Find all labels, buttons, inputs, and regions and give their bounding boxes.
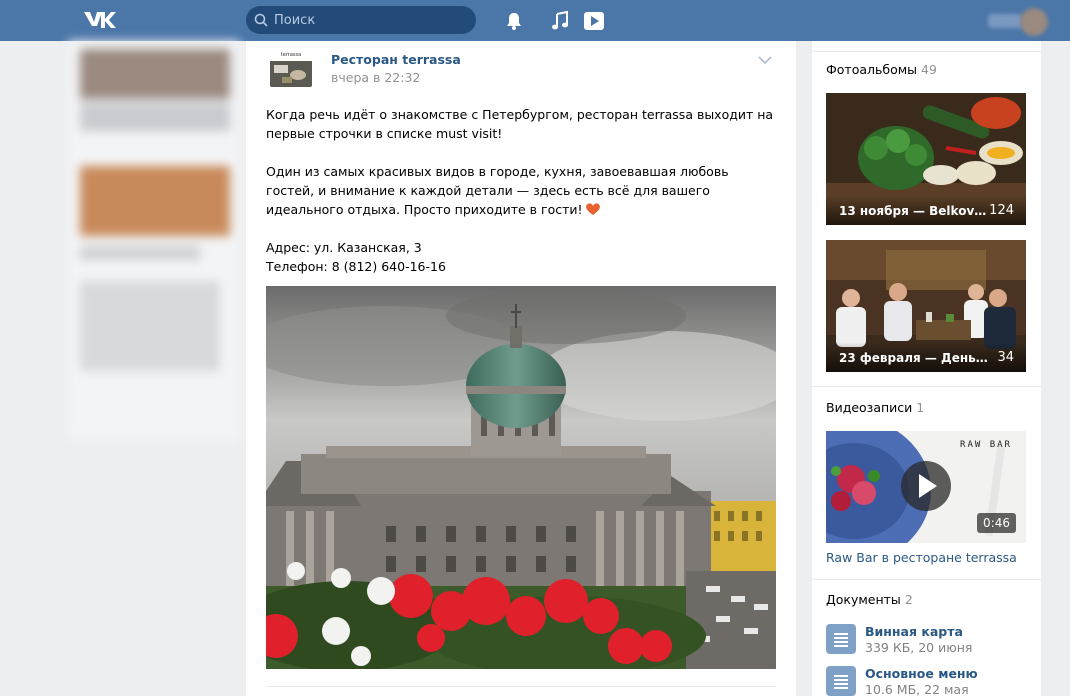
wall-post: terrassa Ресторан terrassa вчера в 22:32… xyxy=(246,41,796,696)
post-paragraph: Когда речь идёт о знакомстве с Петербург… xyxy=(266,107,774,141)
section-divider xyxy=(812,579,1041,580)
video-thumbnail[interactable]: RAW BAR 0:46 xyxy=(826,431,1026,543)
section-divider xyxy=(812,386,1041,387)
documents-count: 2 xyxy=(904,592,913,607)
section-divider xyxy=(812,51,1041,52)
right-sidebar: Фотоальбомы49 13 ноября — Belkovich's St… xyxy=(812,41,1041,696)
heart-icon xyxy=(585,203,600,215)
document-meta: 339 КБ, 20 июня xyxy=(865,640,973,655)
avatar-logo-text: terrassa xyxy=(281,52,301,58)
music-note-icon[interactable] xyxy=(549,10,571,32)
document-name[interactable]: Основное меню xyxy=(865,666,978,681)
user-avatar[interactable] xyxy=(1020,8,1048,36)
kazan-cathedral-photo[interactable] xyxy=(266,286,776,669)
album-thumbnail[interactable]: 13 ноября — Belkovich's Stand… 124 xyxy=(826,93,1026,225)
search-icon xyxy=(254,13,268,27)
user-name-blurred[interactable] xyxy=(988,14,1022,28)
document-icon xyxy=(826,666,856,696)
author-avatar[interactable]: terrassa xyxy=(266,47,316,97)
blurred-left-column xyxy=(68,41,240,441)
search-box[interactable] xyxy=(246,6,476,34)
albums-count: 49 xyxy=(921,62,937,77)
albums-title[interactable]: Фотоальбомы 49 xyxy=(826,62,937,77)
document-item[interactable]: Основное меню 10.6 МБ, 22 мая xyxy=(826,664,1026,696)
post-phone: Телефон: 8 (812) 640-16-16 xyxy=(266,259,446,274)
post-address: Адрес: ул. Казанская, 3 xyxy=(266,240,422,255)
post-text: Когда речь идёт о знакомстве с Петербург… xyxy=(266,105,776,276)
album-thumbnail[interactable]: 23 февраля — День защитника… 34 xyxy=(826,240,1026,372)
chevron-down-icon[interactable] xyxy=(758,55,772,65)
vk-logo-icon[interactable] xyxy=(82,8,116,32)
post-time[interactable]: вчера в 22:32 xyxy=(331,70,420,85)
album-photo-count: 34 xyxy=(997,350,1014,365)
post-paragraph: Один из самых красивых видов в городе, к… xyxy=(266,164,729,217)
post-author-link[interactable]: Ресторан terrassa xyxy=(331,52,461,67)
videos-count: 1 xyxy=(916,400,925,415)
video-duration: 0:46 xyxy=(977,513,1016,533)
bell-icon[interactable] xyxy=(503,10,525,32)
videos-title[interactable]: Видеозаписи 1 xyxy=(826,400,924,415)
album-name: 23 февраля — День защитника… xyxy=(839,351,989,365)
documents-title[interactable]: Документы 2 xyxy=(826,592,913,607)
document-icon xyxy=(826,624,856,654)
search-input[interactable] xyxy=(274,6,470,34)
album-name: 13 ноября — Belkovich's Stand… xyxy=(839,204,989,218)
album-photo-count: 124 xyxy=(989,203,1014,218)
post-divider xyxy=(266,686,776,687)
video-overlay-text: RAW BAR xyxy=(960,440,1012,450)
document-item[interactable]: Винная карта 339 КБ, 20 июня xyxy=(826,622,1026,656)
top-header xyxy=(0,0,1070,41)
document-meta: 10.6 МБ, 22 мая xyxy=(865,682,969,696)
document-name[interactable]: Винная карта xyxy=(865,624,963,639)
video-title-link[interactable]: Raw Bar в ресторане terrassa xyxy=(826,550,1017,565)
play-icon[interactable] xyxy=(583,10,605,32)
